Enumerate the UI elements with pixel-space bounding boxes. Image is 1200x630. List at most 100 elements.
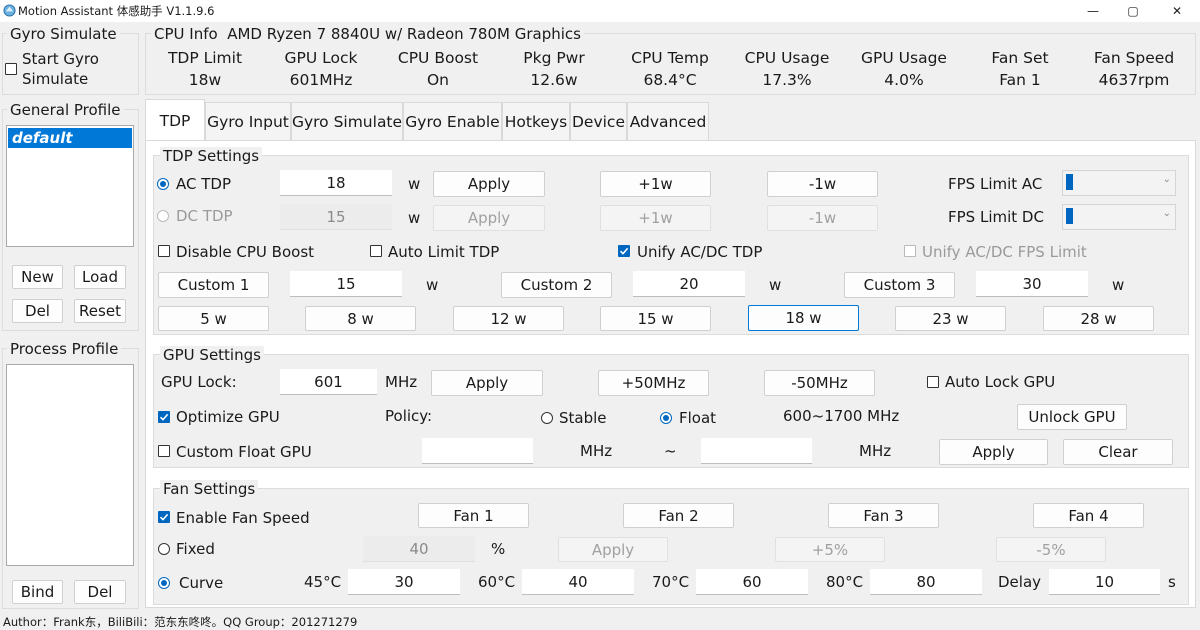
preset-12w-button[interactable]: 12 w bbox=[453, 306, 564, 331]
curve-value-4-input[interactable]: 80 bbox=[870, 569, 982, 595]
float-apply-button[interactable]: Apply bbox=[939, 439, 1048, 465]
preset-8w-button[interactable]: 8 w bbox=[305, 306, 416, 331]
disable-cpu-boost-checkbox[interactable] bbox=[158, 245, 170, 257]
fan-4-button[interactable]: Fan 4 bbox=[1033, 503, 1144, 528]
unify-ac-dc-tdp-checkbox[interactable] bbox=[618, 245, 630, 257]
gpu-freq-range: 600~1700 MHz bbox=[783, 407, 900, 425]
cpu-usage-value: 17.3% bbox=[762, 71, 812, 89]
auto-lock-gpu-label: Auto Lock GPU bbox=[945, 373, 1056, 391]
gpu-minus-50mhz-button[interactable]: -50MHz bbox=[764, 370, 875, 396]
fps-limit-dc-select[interactable]: ⌄ bbox=[1062, 204, 1176, 230]
close-button[interactable]: ✕ bbox=[1154, 0, 1200, 22]
app-icon bbox=[3, 4, 16, 17]
window-title: Motion Assistant 体感助手 V1.1.9.6 bbox=[18, 4, 215, 18]
custom-float-gpu-checkbox[interactable] bbox=[158, 445, 170, 457]
custom-3-input[interactable]: 30 bbox=[976, 271, 1088, 297]
custom-2-button[interactable]: Custom 2 bbox=[501, 272, 612, 298]
cpu-usage-label: CPU Usage bbox=[744, 49, 830, 67]
auto-lock-gpu-checkbox[interactable] bbox=[927, 376, 939, 388]
bind-process-button[interactable]: Bind bbox=[12, 580, 63, 604]
custom-2-input[interactable]: 20 bbox=[633, 271, 745, 297]
fan-settings-title: Fan Settings bbox=[160, 480, 259, 498]
float-min-unit: MHz bbox=[580, 442, 613, 460]
unify-fps-limit-checkbox[interactable] bbox=[904, 245, 916, 257]
preset-15w-button[interactable]: 15 w bbox=[600, 306, 711, 331]
dc-tdp-plus-button[interactable]: +1w bbox=[600, 205, 711, 231]
fan-curve-label: Curve bbox=[179, 574, 224, 592]
enable-fan-speed-checkbox[interactable] bbox=[158, 511, 170, 523]
tab-gyro-enable[interactable]: Gyro Enable bbox=[403, 102, 502, 140]
custom-1-input[interactable]: 15 bbox=[290, 271, 402, 297]
tab-tdp[interactable]: TDP bbox=[145, 99, 205, 141]
auto-limit-tdp-label: Auto Limit TDP bbox=[388, 243, 500, 261]
auto-limit-tdp-checkbox[interactable] bbox=[370, 245, 382, 257]
fan-fixed-unit: % bbox=[491, 540, 506, 558]
custom-3-button[interactable]: Custom 3 bbox=[844, 272, 955, 298]
tab-device[interactable]: Device bbox=[570, 102, 627, 140]
gpu-lock-apply-button[interactable]: Apply bbox=[431, 370, 543, 396]
fan-2-button[interactable]: Fan 2 bbox=[623, 503, 734, 528]
new-profile-button[interactable]: New bbox=[12, 265, 63, 289]
fan-curve-radio[interactable] bbox=[158, 577, 170, 589]
custom-1-button[interactable]: Custom 1 bbox=[158, 272, 269, 298]
maximize-button[interactable]: ▢ bbox=[1110, 0, 1156, 22]
gpu-policy-label: Policy: bbox=[385, 407, 433, 425]
ac-tdp-radio[interactable] bbox=[157, 178, 169, 190]
reset-profile-button[interactable]: Reset bbox=[74, 299, 126, 323]
fan-3-button[interactable]: Fan 3 bbox=[828, 503, 939, 528]
cpu-info-label: CPU Info bbox=[154, 25, 218, 43]
tab-gyro-input[interactable]: Gyro Input bbox=[205, 102, 291, 140]
ac-tdp-apply-button[interactable]: Apply bbox=[433, 171, 545, 197]
dc-tdp-radio[interactable] bbox=[157, 210, 169, 222]
tab-gyro-simulate[interactable]: Gyro Simulate bbox=[291, 102, 403, 140]
ac-tdp-plus-button[interactable]: +1w bbox=[600, 171, 711, 197]
gpu-plus-50mhz-button[interactable]: +50MHz bbox=[598, 370, 709, 396]
fan-delay-input[interactable]: 10 bbox=[1049, 569, 1160, 595]
profile-item-default[interactable]: default bbox=[8, 128, 132, 148]
ac-tdp-input[interactable]: 18 bbox=[280, 170, 392, 196]
policy-stable-radio[interactable] bbox=[541, 412, 553, 424]
gpu-settings-title: GPU Settings bbox=[160, 346, 264, 364]
curve-value-1-input[interactable]: 30 bbox=[348, 569, 460, 595]
process-profile-list[interactable] bbox=[6, 364, 134, 566]
dc-tdp-minus-button[interactable]: -1w bbox=[767, 205, 878, 231]
delete-profile-button[interactable]: Del bbox=[12, 299, 63, 323]
unify-ac-dc-tdp-label: Unify AC/DC TDP bbox=[637, 243, 763, 261]
curve-temp-4: 80°C bbox=[826, 573, 864, 591]
fan-1-button[interactable]: Fan 1 bbox=[418, 503, 529, 528]
tab-advanced[interactable]: Advanced bbox=[627, 102, 709, 140]
start-gyro-simulate-checkbox[interactable] bbox=[5, 63, 17, 75]
tab-hotkeys[interactable]: Hotkeys bbox=[502, 102, 570, 140]
fan-fixed-radio[interactable] bbox=[158, 543, 170, 555]
fan-speed-label: Fan Speed bbox=[1093, 49, 1175, 67]
delete-process-button[interactable]: Del bbox=[74, 580, 126, 604]
curve-value-3-input[interactable]: 60 bbox=[696, 569, 808, 595]
preset-18w-button[interactable]: 18 w bbox=[748, 305, 859, 331]
float-min-input[interactable] bbox=[422, 438, 533, 464]
gpu-usage-value: 4.0% bbox=[884, 71, 924, 89]
gpu-lock-input[interactable]: 601 bbox=[280, 369, 377, 395]
fan-fixed-input[interactable]: 40 bbox=[363, 536, 475, 562]
curve-value-2-input[interactable]: 40 bbox=[522, 569, 634, 595]
load-profile-button[interactable]: Load bbox=[74, 265, 126, 289]
preset-28w-button[interactable]: 28 w bbox=[1043, 306, 1154, 331]
float-max-input[interactable] bbox=[701, 438, 812, 464]
fan-minus-5-button[interactable]: -5% bbox=[996, 537, 1106, 562]
policy-float-label: Float bbox=[679, 409, 717, 427]
preset-5w-button[interactable]: 5 w bbox=[158, 306, 269, 331]
unlock-gpu-button[interactable]: Unlock GPU bbox=[1017, 404, 1127, 430]
general-profile-list[interactable]: default bbox=[6, 125, 134, 247]
optimize-gpu-checkbox[interactable] bbox=[158, 411, 170, 423]
ac-tdp-minus-button[interactable]: -1w bbox=[767, 171, 878, 197]
preset-23w-button[interactable]: 23 w bbox=[895, 306, 1006, 331]
dc-tdp-input[interactable]: 15 bbox=[280, 204, 392, 230]
fan-fixed-apply-button[interactable]: Apply bbox=[558, 537, 668, 562]
dc-tdp-apply-button[interactable]: Apply bbox=[433, 205, 545, 231]
fps-limit-ac-select[interactable]: ⌄ bbox=[1062, 170, 1176, 196]
cpu-temp-label: CPU Temp bbox=[631, 49, 709, 67]
cpu-name: AMD Ryzen 7 8840U w/ Radeon 780M Graphic… bbox=[227, 25, 581, 43]
start-gyro-label-1: Start Gyro bbox=[22, 50, 99, 68]
policy-float-radio[interactable] bbox=[660, 412, 672, 424]
fan-plus-5-button[interactable]: +5% bbox=[775, 537, 885, 562]
float-clear-button[interactable]: Clear bbox=[1063, 439, 1173, 465]
